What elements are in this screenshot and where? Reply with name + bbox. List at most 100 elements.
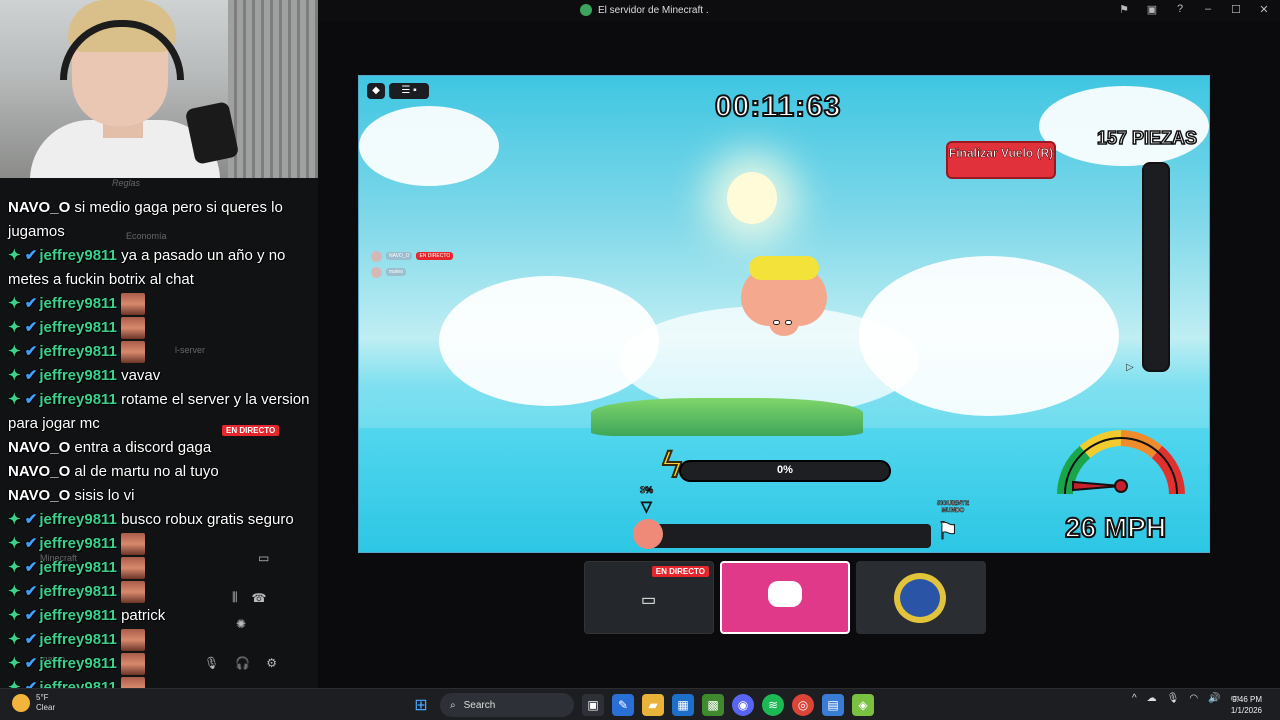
settings-gear-icon[interactable]: ⚙ bbox=[266, 656, 277, 670]
window-blinds bbox=[228, 0, 318, 178]
chat-username[interactable]: jeffrey9811 bbox=[39, 535, 117, 552]
chat-badges: ✦ ✔ bbox=[8, 364, 37, 388]
verified-badge-icon: ✔ bbox=[24, 343, 38, 360]
chat-username[interactable]: NAVO_O bbox=[8, 199, 70, 216]
chat-message: NAVO_O al de martu no al tuyo bbox=[0, 460, 330, 484]
speedometer bbox=[1057, 430, 1185, 495]
verified-badge-icon: ✔ bbox=[24, 607, 38, 624]
voice-status-row: ⫼ ☎ bbox=[232, 590, 266, 605]
clock-time: 9:46 PM bbox=[1232, 695, 1262, 704]
minecraft-launcher-icon[interactable]: ◈ bbox=[852, 694, 874, 716]
chat-username[interactable]: NAVO_O bbox=[8, 463, 70, 480]
chat-username[interactable]: jeffrey9811 bbox=[39, 367, 117, 384]
taskbar-clock[interactable]: 9:46 PM 1/1/2026 bbox=[1231, 694, 1262, 716]
next-world-label: SIGUIENTE MUNDO bbox=[936, 501, 970, 515]
window-titlebar: El servidor de Minecraft . ⚑ ▣ ? – ☐ ✕ bbox=[318, 0, 1280, 22]
volume-icon[interactable]: 🔊 bbox=[1208, 693, 1220, 704]
disconnect-icon[interactable]: ☎ bbox=[252, 591, 267, 605]
paint-icon[interactable]: ✎ bbox=[612, 694, 634, 716]
server-icon bbox=[580, 4, 592, 16]
activity-icon[interactable]: ✺ bbox=[236, 617, 246, 631]
chat-username[interactable]: jeffrey9811 bbox=[39, 511, 117, 528]
task-view-icon[interactable]: ▣ bbox=[582, 694, 604, 716]
chat-message: ✦ ✔ jeffrey9811 ya a pasado un año y no … bbox=[0, 244, 310, 292]
window-title-text: El servidor de Minecraft . bbox=[598, 4, 709, 16]
subscriber-badge-icon: ✦ bbox=[8, 295, 21, 312]
minecraft-icon[interactable]: ▩ bbox=[702, 694, 724, 716]
run-timer: 00:11:63 bbox=[714, 89, 842, 124]
screen-share-icon[interactable]: ▭ bbox=[258, 551, 269, 565]
flag-icon[interactable]: ⚑ bbox=[1116, 3, 1132, 16]
taskbar-search[interactable]: ⌕ Search bbox=[440, 693, 574, 717]
file-explorer-icon[interactable]: ▰ bbox=[642, 694, 664, 716]
thumbnail-avatar[interactable] bbox=[856, 561, 986, 634]
sound-bars-icon[interactable]: ⫼ bbox=[232, 590, 238, 605]
verified-badge-icon: ✔ bbox=[24, 247, 38, 264]
chat-username[interactable]: NAVO_O bbox=[8, 487, 70, 504]
chat-username[interactable]: jeffrey9811 bbox=[39, 391, 117, 408]
character-face bbox=[769, 310, 799, 336]
taskbar-apps: ⊞ ⌕ Search ▣ ✎ ▰ ▦ ▩ ◉ ≋ ◎ ▤ ◈ bbox=[410, 693, 874, 717]
thumbnail-screen-share[interactable]: EN DIRECTO ▭ bbox=[584, 561, 714, 634]
chat-message: ✦ ✔ jeffrey9811 bbox=[0, 556, 330, 580]
chat-emote bbox=[121, 557, 146, 580]
chat-message: NAVO_O si medio gaga pero si queres lo j… bbox=[0, 196, 310, 244]
chat-badges: ✦ ✔ bbox=[8, 652, 37, 676]
subscriber-badge-icon: ✦ bbox=[8, 319, 21, 336]
chat-username[interactable]: jeffrey9811 bbox=[39, 343, 117, 360]
mute-mic-icon[interactable]: 🎙 bbox=[204, 656, 219, 670]
chevron-up-icon[interactable]: ^ bbox=[1132, 693, 1137, 704]
chat-message: NAVO_O entra a discord gaga bbox=[0, 436, 330, 460]
thumbnail-discord[interactable] bbox=[720, 561, 850, 634]
character-eye bbox=[773, 320, 780, 325]
chat-username[interactable]: jeffrey9811 bbox=[39, 319, 117, 336]
chat-username[interactable]: jeffrey9811 bbox=[39, 559, 117, 576]
chat-badges: ✦ ✔ bbox=[8, 628, 37, 652]
chat-text: busco robux gratis seguro bbox=[121, 511, 294, 528]
player-name: mateo bbox=[386, 268, 406, 276]
weather-text: 5°F Clear bbox=[36, 693, 55, 713]
close-icon[interactable]: ✕ bbox=[1256, 3, 1272, 16]
discord-icon[interactable]: ◉ bbox=[732, 694, 754, 716]
chat-username[interactable]: jeffrey9811 bbox=[39, 607, 117, 624]
weather-widget[interactable]: 5°F Clear bbox=[12, 693, 55, 713]
verified-badge-icon: ✔ bbox=[24, 631, 38, 648]
screen-icon[interactable]: ▣ bbox=[1144, 3, 1160, 16]
help-icon[interactable]: ? bbox=[1172, 3, 1188, 16]
game-viewport[interactable]: ◆ ☰ ▪ 00:11:63 Finalizar Vuelo (R) 157 P… bbox=[358, 75, 1210, 553]
subscriber-badge-icon: ✦ bbox=[8, 511, 21, 528]
user-controls: 🎙 🎧 ⚙ bbox=[204, 656, 277, 670]
finish-flight-button[interactable]: Finalizar Vuelo (R) bbox=[946, 141, 1056, 179]
cloud-icon[interactable]: ☁ bbox=[1147, 693, 1157, 704]
subscriber-badge-icon: ✦ bbox=[8, 655, 21, 672]
spotify-icon[interactable]: ≋ bbox=[762, 694, 784, 716]
app-icon[interactable]: ▤ bbox=[822, 694, 844, 716]
store-icon[interactable]: ▦ bbox=[672, 694, 694, 716]
chat-text: al de martu no al tuyo bbox=[74, 463, 219, 480]
headphones-icon[interactable]: 🎧 bbox=[235, 656, 250, 670]
system-tray: ^ ☁ 🎙 ◠ 🔊 ▭ bbox=[1132, 693, 1240, 704]
chat-username[interactable]: jeffrey9811 bbox=[39, 247, 117, 264]
chat-emote bbox=[121, 533, 146, 556]
chat-username[interactable]: jeffrey9811 bbox=[39, 583, 117, 600]
ghost-rules: Reglas bbox=[112, 178, 141, 188]
chat-username[interactable]: jeffrey9811 bbox=[39, 655, 117, 672]
minimize-icon[interactable]: – bbox=[1200, 3, 1216, 16]
titlebar-controls: ⚑ ▣ ? – ☐ ✕ bbox=[1116, 3, 1272, 16]
wifi-icon[interactable]: ◠ bbox=[1189, 693, 1198, 704]
chat-toggle-icon[interactable]: ☰ ▪ bbox=[389, 83, 429, 99]
chrome-icon[interactable]: ◎ bbox=[792, 694, 814, 716]
chat-username[interactable]: jeffrey9811 bbox=[39, 631, 117, 648]
maximize-icon[interactable]: ☐ bbox=[1228, 3, 1244, 16]
chat-badges: ✦ ✔ bbox=[8, 244, 37, 268]
player-list: NAVO_O EN DIRECTO mateo bbox=[371, 248, 454, 280]
windows-taskbar: 5°F Clear ⊞ ⌕ Search ▣ ✎ ▰ ▦ ▩ ◉ ≋ ◎ ▤ ◈… bbox=[0, 688, 1280, 720]
roblox-menu-icon[interactable]: ◆ bbox=[367, 83, 385, 99]
chat-username[interactable]: jeffrey9811 bbox=[39, 295, 117, 312]
progress-marker-icon: ▽ bbox=[641, 498, 653, 515]
player-row: NAVO_O EN DIRECTO bbox=[371, 248, 454, 264]
player-avatar bbox=[371, 266, 382, 278]
windows-start-icon[interactable]: ⊞ bbox=[410, 694, 432, 716]
chat-username[interactable]: NAVO_O bbox=[8, 439, 70, 456]
microphone-icon[interactable]: 🎙 bbox=[1167, 693, 1180, 704]
